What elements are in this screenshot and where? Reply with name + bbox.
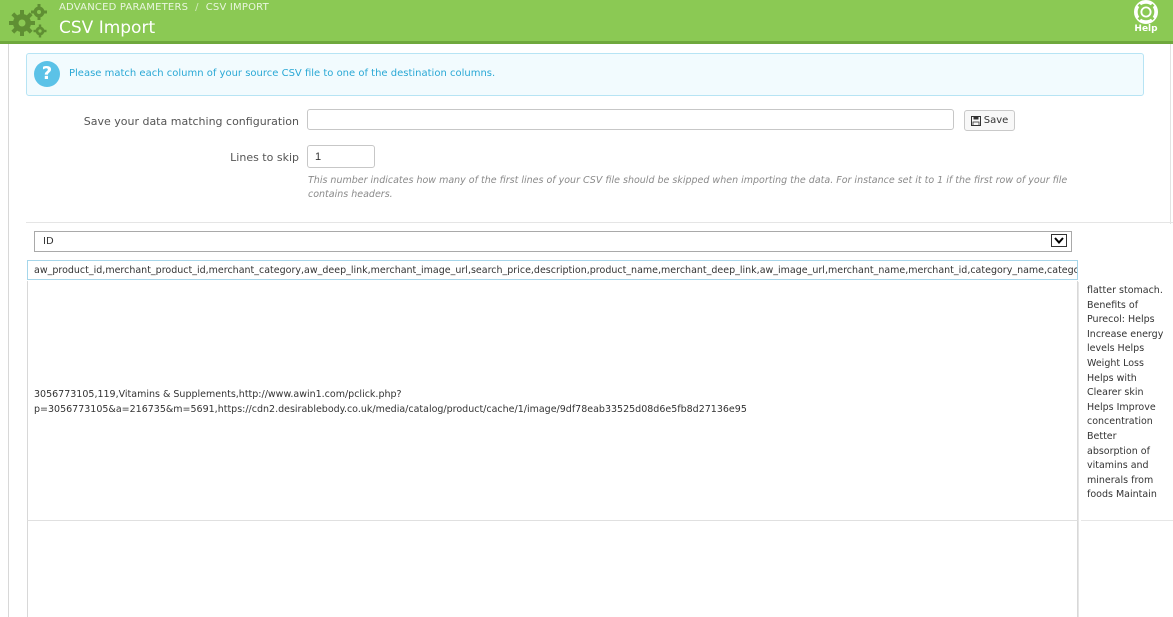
lines-to-skip-input[interactable] [307, 145, 375, 168]
save-config-input[interactable] [307, 109, 954, 130]
page-header: ADVANCED PARAMETERS / CSV IMPORT CSV Impor… [0, 0, 1173, 44]
row-cell-line-2: p=3056773105&a=216735&m=5691,https://cdn… [34, 404, 747, 415]
help-button[interactable]: Help [1130, 0, 1162, 38]
row-cell-line-1: 3056773105,119,Vitamins & Supplements,ht… [34, 389, 402, 400]
chevron-down-icon [1051, 234, 1067, 247]
side-row-divider [1081, 520, 1173, 521]
save-button[interactable]: Save [964, 110, 1015, 131]
column-divider [1078, 282, 1079, 617]
column-type-select[interactable]: ID [34, 231, 1072, 252]
lines-to-skip-label: Lines to skip [230, 151, 299, 164]
lines-to-skip-help: This number indicates how many of the fi… [308, 175, 1068, 200]
column-type-selected: ID [43, 236, 54, 247]
right-border [1170, 44, 1171, 224]
floppy-disk-icon [970, 115, 981, 126]
table-row [27, 521, 1078, 617]
row-cell-text: 3056773105,119,Vitamins & Supplements,ht… [34, 387, 747, 417]
info-message: Please match each column of your source … [69, 68, 496, 79]
left-border [8, 44, 9, 617]
page-title: CSV Import [59, 18, 156, 38]
csv-header-cell: aw_product_id,merchant_product_id,mercha… [34, 265, 1078, 276]
save-config-label: Save your data matching configuration [83, 115, 299, 128]
help-label: Help [1134, 24, 1158, 34]
column-mapping-table: ID aw_product_id,merchant_product_id,mer… [26, 226, 1173, 617]
section-divider [26, 222, 1173, 223]
breadcrumb: ADVANCED PARAMETERS / CSV IMPORT [59, 2, 269, 13]
breadcrumb-separator: / [195, 2, 199, 13]
csv-header-row: aw_product_id,merchant_product_id,mercha… [27, 260, 1078, 280]
save-button-label: Save [983, 115, 1009, 126]
table-row: 3056773105,119,Vitamins & Supplements,ht… [27, 281, 1078, 521]
breadcrumb-advanced-parameters[interactable]: ADVANCED PARAMETERS [59, 2, 188, 13]
gears-icon [8, 3, 50, 39]
side-cell-text: flatter stomach. Benefits of Purecol: He… [1087, 285, 1164, 501]
lifebuoy-icon [1134, 0, 1158, 24]
info-alert: ? Please match each column of your sourc… [26, 53, 1144, 96]
side-cell: flatter stomach. Benefits of Purecol: He… [1081, 282, 1171, 520]
question-icon: ? [34, 61, 60, 87]
breadcrumb-csv-import: CSV IMPORT [205, 2, 269, 13]
